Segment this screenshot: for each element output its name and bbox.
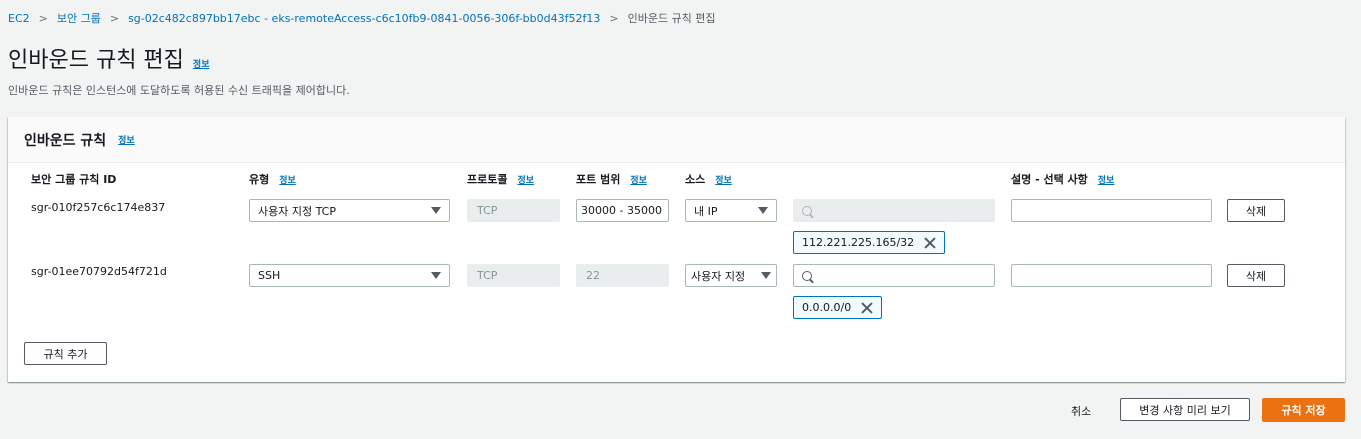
col-type-info-link[interactable]: 정보	[279, 176, 296, 186]
source-select-value: 사용자 지정	[691, 269, 746, 283]
col-type-label: 유형	[249, 173, 270, 186]
type-select-value: SSH	[258, 269, 281, 282]
breadcrumb-security-group[interactable]: sg-02c482c897bb17ebc - eks-remoteAccess-…	[128, 12, 600, 25]
col-protocol-info-link[interactable]: 정보	[517, 176, 534, 186]
col-type: 유형 정보	[249, 171, 296, 187]
breadcrumb-security-groups[interactable]: 보안 그룹	[57, 10, 101, 26]
port-range-field: 22	[576, 264, 669, 287]
panel-title: 인바운드 규칙	[24, 132, 107, 149]
source-token: 0.0.0.0/0	[793, 296, 883, 319]
type-select[interactable]: SSH	[249, 264, 450, 287]
cancel-button[interactable]: 취소	[1071, 403, 1091, 419]
description-input[interactable]	[1011, 199, 1212, 222]
close-icon[interactable]	[924, 237, 936, 249]
add-rule-button[interactable]: 규칙 추가	[24, 342, 107, 365]
col-description-info-link[interactable]: 정보	[1098, 176, 1115, 186]
col-source-label: 소스	[685, 173, 706, 186]
col-port-range-info-link[interactable]: 정보	[630, 176, 647, 186]
col-rule-id-label: 보안 그룹 규칙 ID	[31, 173, 117, 186]
col-description: 설명 - 선택 사항 정보	[1011, 171, 1114, 187]
breadcrumb-current: 인바운드 규칙 편집	[627, 12, 716, 25]
breadcrumb: EC2 > 보안 그룹 > sg-02c482c897bb17ebc - eks…	[8, 10, 716, 26]
col-source-info-link[interactable]: 정보	[715, 176, 732, 186]
page-info-link[interactable]: 정보	[193, 57, 210, 70]
col-protocol: 프로토콜 정보	[467, 171, 534, 187]
col-source: 소스 정보	[685, 171, 732, 187]
inbound-rules-panel: 인바운드 규칙 정보 보안 그룹 규칙 ID 유형 정보 프로토콜 정보 포트 범위…	[8, 117, 1345, 382]
source-search-input	[793, 199, 995, 222]
source-search-input[interactable]	[793, 264, 995, 287]
col-description-label: 설명 - 선택 사항	[1011, 173, 1088, 186]
chevron-right-icon: >	[38, 11, 48, 25]
source-token-label: 112.221.225.165/32	[802, 236, 915, 249]
search-icon	[802, 270, 812, 281]
page-title-container: 인바운드 규칙 편집 정보	[8, 42, 209, 74]
col-rule-id: 보안 그룹 규칙 ID	[31, 171, 116, 187]
source-token: 112.221.225.165/32	[793, 231, 946, 254]
rule-id: sgr-01ee70792d54f721d	[31, 265, 167, 278]
protocol-field: TCP	[467, 264, 560, 287]
delete-button[interactable]: 삭제	[1227, 199, 1285, 222]
search-icon	[802, 205, 812, 216]
page-title: 인바운드 규칙 편집	[8, 48, 184, 73]
type-select[interactable]: 사용자 지정 TCP	[249, 199, 450, 222]
caret-down-icon	[431, 272, 441, 279]
port-range-input[interactable]: 30000 - 35000	[576, 199, 669, 222]
save-rules-button[interactable]: 규칙 저장	[1262, 398, 1345, 422]
col-port-range: 포트 범위 정보	[576, 171, 647, 187]
close-icon[interactable]	[861, 302, 873, 314]
source-select[interactable]: 사용자 지정	[685, 264, 777, 287]
chevron-right-icon: >	[109, 11, 120, 25]
panel-info-link[interactable]: 정보	[118, 133, 135, 146]
page-description: 인바운드 규칙은 인스턴스에 도달하도록 허용된 수신 트래픽을 제어합니다.	[8, 84, 350, 97]
delete-button[interactable]: 삭제	[1227, 264, 1285, 287]
protocol-field: TCP	[467, 199, 560, 222]
col-protocol-label: 프로토콜	[467, 173, 508, 186]
source-token-label: 0.0.0.0/0	[802, 301, 852, 314]
col-port-range-label: 포트 범위	[576, 173, 621, 186]
source-select-value: 내 IP	[694, 204, 718, 218]
caret-down-icon	[431, 207, 441, 214]
caret-down-icon	[761, 272, 771, 279]
description-input[interactable]	[1011, 264, 1212, 287]
caret-down-icon	[758, 207, 768, 214]
panel-header: 인바운드 규칙 정보	[8, 117, 1345, 163]
type-select-value: 사용자 지정 TCP	[258, 204, 336, 218]
chevron-right-icon: >	[609, 11, 619, 25]
source-select[interactable]: 내 IP	[685, 199, 777, 222]
rule-id: sgr-010f257c6c174e837	[31, 201, 166, 214]
breadcrumb-ec2[interactable]: EC2	[8, 12, 30, 25]
preview-changes-button[interactable]: 변경 사항 미리 보기	[1120, 398, 1250, 421]
